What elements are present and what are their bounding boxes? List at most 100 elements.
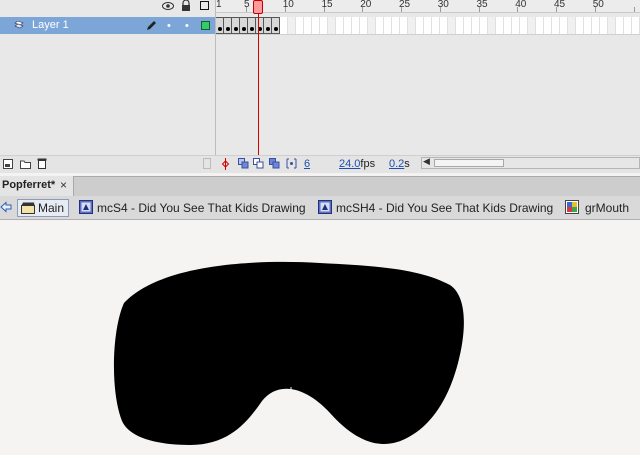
keyframe[interactable] [264, 17, 272, 34]
empty-frame[interactable] [496, 17, 504, 34]
empty-frame[interactable] [368, 17, 376, 34]
keyframe[interactable] [232, 17, 240, 34]
empty-frame[interactable] [360, 17, 368, 34]
keyframe[interactable] [216, 17, 224, 34]
empty-frame[interactable] [536, 17, 544, 34]
graphic-symbol-icon [565, 200, 579, 214]
ruler-label: 40 [515, 0, 527, 10]
empty-frame[interactable] [304, 17, 312, 34]
empty-frame[interactable] [576, 17, 584, 34]
ruler-label: 20 [360, 0, 372, 10]
empty-frame[interactable] [352, 17, 360, 34]
empty-frame[interactable] [384, 17, 392, 34]
empty-frame[interactable] [504, 17, 512, 34]
empty-frame[interactable] [440, 17, 448, 34]
empty-frame[interactable] [344, 17, 352, 34]
edit-multiple-frames-icon[interactable] [269, 158, 280, 169]
timeline-scrollbar[interactable]: ◀ [421, 156, 640, 169]
scrollbar-thumb[interactable] [434, 159, 504, 167]
pencil-icon [147, 21, 156, 30]
empty-frame[interactable] [328, 17, 336, 34]
onion-skin-outlines-icon[interactable] [253, 158, 264, 169]
document-tab-title[interactable]: Popferret* [2, 179, 55, 191]
breadcrumb-main[interactable]: Main [17, 199, 69, 217]
outline-all-icon[interactable] [200, 1, 209, 10]
empty-frame[interactable] [568, 17, 576, 34]
empty-frame[interactable] [336, 17, 344, 34]
scroll-left-icon[interactable]: ◀ [423, 156, 430, 167]
panel-divider[interactable] [215, 0, 216, 172]
frame-rate-readout: 24.0fps [339, 158, 375, 170]
empty-frame[interactable] [312, 17, 320, 34]
frame-ruler[interactable] [215, 0, 640, 13]
lock-dot-icon[interactable]: • [185, 20, 189, 32]
playhead-line [258, 12, 259, 170]
keyframe[interactable] [248, 17, 256, 34]
ruler-label: 30 [437, 0, 449, 10]
playhead[interactable] [253, 0, 263, 14]
new-folder-icon[interactable] [20, 159, 31, 169]
empty-frame[interactable] [560, 17, 568, 34]
breadcrumb-grmouth[interactable]: grMouth [585, 201, 629, 215]
empty-frame[interactable] [400, 17, 408, 34]
empty-frame[interactable] [472, 17, 480, 34]
empty-frame[interactable] [624, 17, 632, 34]
modify-onion-markers-icon[interactable] [286, 158, 297, 169]
lock-all-icon[interactable] [181, 0, 191, 11]
empty-frame[interactable] [432, 17, 440, 34]
empty-frame[interactable] [416, 17, 424, 34]
stage[interactable] [0, 221, 640, 455]
empty-frame[interactable] [552, 17, 560, 34]
delete-layer-icon[interactable] [37, 158, 47, 169]
ruler-label: 5 [244, 0, 250, 10]
empty-frame[interactable] [408, 17, 416, 34]
mouth-shape[interactable] [113, 261, 464, 445]
empty-frame[interactable] [584, 17, 592, 34]
empty-frame[interactable] [600, 17, 608, 34]
empty-frame[interactable] [512, 17, 520, 34]
empty-frame[interactable] [528, 17, 536, 34]
breadcrumb-mcs4[interactable]: mcS4 - Did You See That Kids Drawing [97, 201, 306, 215]
empty-frame[interactable] [488, 17, 496, 34]
elapsed-time-value[interactable]: 0.2 [389, 158, 404, 170]
empty-frame[interactable] [464, 17, 472, 34]
breadcrumb-mcsh4[interactable]: mcSH4 - Did You See That Kids Drawing [336, 201, 553, 215]
keyframe[interactable] [224, 17, 232, 34]
empty-frame[interactable] [448, 17, 456, 34]
empty-frame[interactable] [616, 17, 624, 34]
empty-frame[interactable] [544, 17, 552, 34]
empty-frame[interactable] [480, 17, 488, 34]
visibility-dot-icon[interactable]: • [167, 20, 171, 32]
empty-frame[interactable] [392, 17, 400, 34]
empty-frame[interactable] [376, 17, 384, 34]
breadcrumb-label: Main [38, 201, 65, 215]
new-layer-icon[interactable] [3, 159, 13, 169]
layer-name[interactable]: Layer 1 [32, 19, 69, 31]
outline-color-swatch[interactable] [201, 21, 210, 30]
layer-row-layer-1[interactable]: Layer 1 • • [0, 17, 215, 34]
show-hide-all-icon[interactable] [162, 1, 174, 11]
layer-header [0, 0, 215, 12]
document-tab[interactable]: Popferret* × [0, 176, 74, 196]
current-frame[interactable]: 6 [304, 158, 310, 170]
empty-frame[interactable] [608, 17, 616, 34]
empty-frame[interactable] [520, 17, 528, 34]
empty-frame[interactable] [424, 17, 432, 34]
keyframe[interactable] [240, 17, 248, 34]
keyframe[interactable] [272, 17, 280, 34]
close-tab-icon[interactable]: × [60, 178, 67, 192]
empty-frame[interactable] [280, 17, 288, 34]
frame-rate-value[interactable]: 24.0 [339, 158, 360, 170]
scroll-stub [203, 158, 211, 169]
onion-skin-icon[interactable] [238, 158, 249, 169]
back-arrow-icon[interactable] [0, 201, 12, 213]
empty-frame[interactable] [456, 17, 464, 34]
empty-frame[interactable] [320, 17, 328, 34]
empty-frame[interactable] [288, 17, 296, 34]
frame-rate-unit: fps [360, 158, 376, 170]
center-frame-icon[interactable] [221, 158, 230, 170]
empty-frame[interactable] [592, 17, 600, 34]
ruler-label: 35 [476, 0, 488, 10]
empty-frame[interactable] [296, 17, 304, 34]
empty-frame[interactable] [632, 17, 640, 34]
